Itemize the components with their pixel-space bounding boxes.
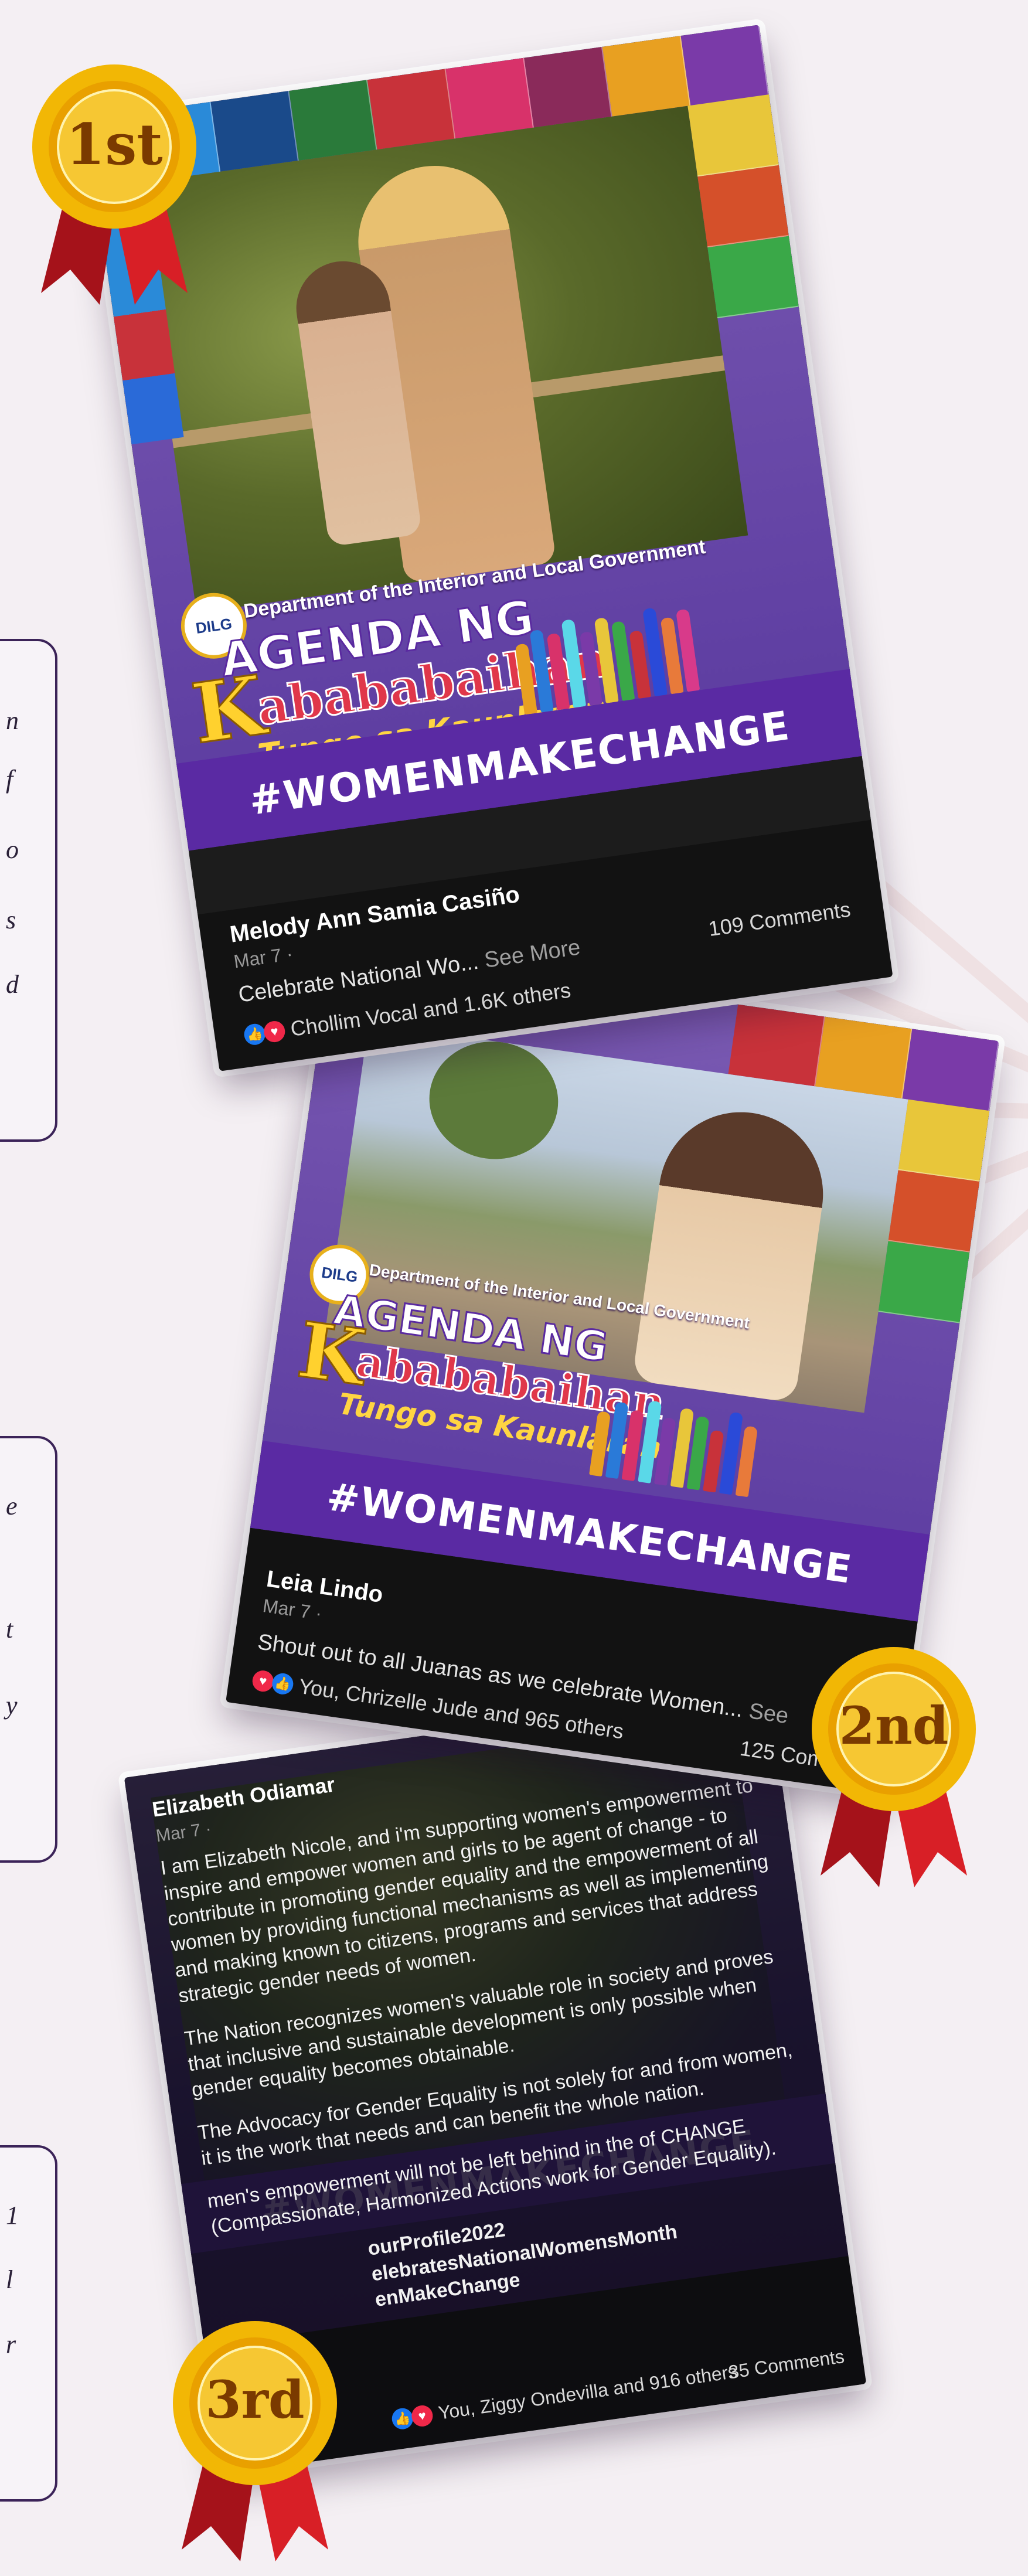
photo-woman-and-child — [136, 106, 748, 613]
first-place-medal-icon — [32, 64, 196, 305]
side-glyph: o — [6, 835, 19, 864]
side-glyph: d — [6, 970, 19, 999]
side-glyph: e — [6, 1492, 18, 1520]
like-icon: 👍 — [243, 1022, 267, 1047]
post-image: DILG Department of the Interior and Loca… — [86, 25, 862, 851]
side-glyph: r — [6, 2330, 16, 2359]
post-body: I am Elizabeth Nicole, and i'm supportin… — [159, 1772, 824, 2334]
side-glyph: y — [6, 1691, 18, 1720]
second-place-medal-icon — [812, 1647, 976, 1887]
portrait-silhouette — [632, 1101, 834, 1403]
heart-icon: ♥ — [262, 1019, 287, 1044]
like-icon: 👍 — [271, 1672, 295, 1696]
side-glyph: l — [6, 2265, 13, 2294]
side-glyph: f — [6, 765, 13, 794]
post-date: Mar 7 · — [261, 1595, 324, 1624]
women-crowd-illustration — [589, 1394, 760, 1498]
side-text-box-2: e t y — [0, 1436, 57, 1863]
medal-label: 3rd — [205, 2369, 305, 2430]
see-more-link[interactable]: See More — [483, 935, 582, 973]
like-icon: 👍 — [390, 2406, 414, 2431]
comments-count[interactable]: 109 Comments — [707, 897, 852, 941]
side-text-box-1: n f o s d — [0, 639, 57, 1142]
medal-first: 1st — [29, 59, 199, 317]
medal-label: 1st — [66, 111, 163, 178]
post-card-1[interactable]: DILG Department of the Interior and Loca… — [86, 25, 893, 1071]
post-date: Mar 7 · — [232, 942, 294, 972]
third-place-medal-icon — [173, 2321, 337, 2561]
medal-third: 3rd — [170, 2315, 340, 2573]
side-glyph: s — [6, 906, 16, 934]
see-more-link[interactable]: See — [747, 1699, 790, 1728]
medal-label: 2nd — [839, 1695, 949, 1756]
side-glyph: 1 — [6, 2201, 19, 2230]
tree-shape — [421, 1033, 566, 1168]
side-glyph: n — [6, 706, 19, 735]
heart-icon: ♥ — [410, 2404, 434, 2428]
heart-icon: ♥ — [251, 1669, 275, 1693]
side-glyph: t — [6, 1615, 13, 1643]
medal-second: 2nd — [809, 1641, 979, 1899]
side-text-box-3: 1 l r — [0, 2145, 57, 2502]
